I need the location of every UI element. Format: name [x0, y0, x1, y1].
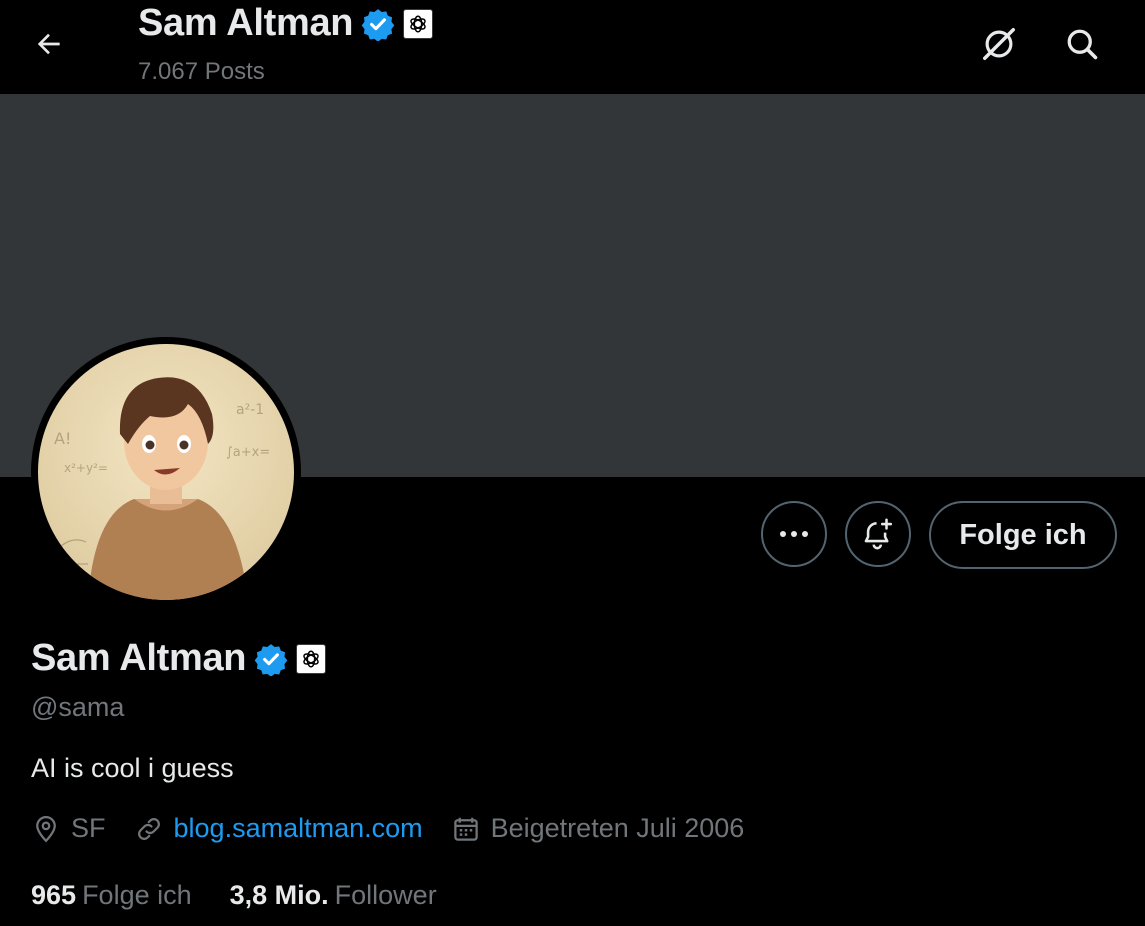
svg-text:a²-1: a²-1 [236, 402, 264, 418]
following-count: 965 [31, 880, 77, 910]
svg-text:∫a+x=: ∫a+x= [226, 445, 270, 460]
arrow-left-icon [37, 33, 60, 55]
header-name: Sam Altman [138, 2, 354, 44]
bell-plus-icon [864, 518, 893, 550]
header-title: Sam Altman [138, 2, 434, 45]
following-stat[interactable]: 965 Folge ich [31, 880, 192, 911]
openai-affiliate-icon[interactable] [296, 643, 327, 674]
profile-handle: @sama [31, 692, 125, 722]
profile-meta: SF blog.samaltman.com Beigetreten Juli 2… [31, 813, 772, 844]
location-pin-icon [36, 815, 56, 842]
link-icon [137, 817, 160, 840]
followers-label: Follower [334, 880, 437, 910]
location: SF [31, 813, 106, 844]
svg-text:A!: A! [54, 429, 71, 448]
calendar-icon [453, 817, 478, 841]
notifications-button[interactable] [845, 501, 911, 567]
search-button[interactable] [1055, 17, 1109, 71]
website-link[interactable]: blog.samaltman.com [174, 813, 423, 844]
grok-button[interactable] [972, 17, 1026, 71]
location-text: SF [71, 813, 106, 843]
avatar-image: A! x²+y²= a²-1 ∫a+x= [38, 344, 294, 600]
svg-text:x²+y²=: x²+y²= [64, 461, 108, 475]
avatar[interactable]: A! x²+y²= a²-1 ∫a+x= [31, 337, 301, 607]
profile-name-row: Sam Altman [31, 637, 327, 680]
openai-affiliate-icon[interactable] [403, 8, 434, 39]
followers-stat[interactable]: 3,8 Mio. Follower [230, 880, 437, 911]
back-button[interactable] [24, 22, 74, 66]
join-date: Beigetreten Juli 2006 [451, 813, 745, 844]
verified-badge-icon[interactable] [254, 642, 288, 676]
website: blog.samaltman.com [134, 813, 423, 844]
post-count: 7.067 Posts [138, 58, 265, 85]
search-icon [1067, 29, 1098, 60]
verified-badge-icon [361, 8, 395, 41]
profile-stats: 965 Folge ich 3,8 Mio. Follower [31, 880, 475, 911]
more-options-button[interactable] [761, 501, 827, 567]
top-bar: Sam Altman 7.067 Posts [0, 0, 1145, 94]
profile-bio: AI is cool i guess [31, 753, 234, 783]
following-label: Folge ich [82, 880, 192, 910]
more-dots-icon [780, 531, 808, 537]
followers-count: 3,8 Mio. [229, 880, 329, 910]
profile-name: Sam Altman [31, 637, 247, 679]
grok-icon [983, 28, 1015, 60]
join-date-text: Beigetreten Juli 2006 [490, 813, 745, 843]
following-button[interactable]: Folge ich [929, 501, 1117, 569]
